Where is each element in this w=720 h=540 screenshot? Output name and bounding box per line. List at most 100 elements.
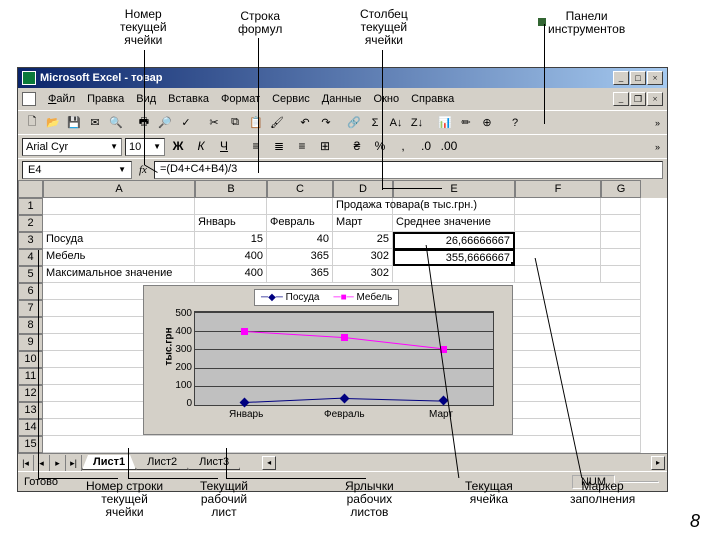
cell-A4[interactable]: Мебель: [43, 249, 195, 266]
cell-G5[interactable]: [601, 266, 641, 283]
new-icon[interactable]: 🗋: [22, 113, 42, 133]
row-header-1[interactable]: 1: [18, 198, 43, 215]
cell-F2[interactable]: [515, 215, 601, 232]
align-center-icon[interactable]: ≣: [269, 137, 289, 157]
menu-tools[interactable]: Сервис: [266, 91, 316, 107]
drawing-icon[interactable]: ✏: [456, 113, 476, 133]
row-header-13[interactable]: 13: [18, 402, 43, 419]
menu-file[interactable]: Файл: [42, 91, 81, 107]
cell-F1[interactable]: [515, 198, 601, 215]
merge-icon[interactable]: ⊞: [315, 137, 335, 157]
bold-button[interactable]: Ж: [168, 137, 188, 157]
cell-E3[interactable]: 26,66666667: [393, 232, 515, 249]
cell-E5[interactable]: [393, 266, 515, 283]
col-header-E[interactable]: E: [393, 180, 515, 198]
menu-edit[interactable]: Правка: [81, 91, 130, 107]
col-header-A[interactable]: A: [43, 180, 195, 198]
tab-nav-prev[interactable]: ◂: [34, 455, 50, 471]
cell-B2[interactable]: Январь: [195, 215, 267, 232]
cell-D5[interactable]: 302: [333, 266, 393, 283]
sort-desc-icon[interactable]: Z↓: [407, 113, 427, 133]
cell-F4[interactable]: [515, 249, 601, 266]
cell-G1[interactable]: [601, 198, 641, 215]
italic-button[interactable]: К: [191, 137, 211, 157]
help-icon[interactable]: ?: [505, 113, 525, 133]
cell-F5[interactable]: [515, 266, 601, 283]
cell-D4[interactable]: 302: [333, 249, 393, 266]
currency-icon[interactable]: ₴: [347, 137, 367, 157]
decimal-dec-icon[interactable]: .00: [439, 137, 459, 157]
col-header-D[interactable]: D: [333, 180, 393, 198]
underline-button[interactable]: Ч: [214, 137, 234, 157]
sheet-tab-2[interactable]: Лист2: [136, 455, 188, 470]
undo-icon[interactable]: ↶: [295, 113, 315, 133]
sheet-tab-3[interactable]: Лист3: [188, 455, 240, 470]
scroll-left-button[interactable]: ◂: [262, 456, 276, 470]
save-icon[interactable]: 💾: [64, 113, 84, 133]
cell-C3[interactable]: 40: [267, 232, 333, 249]
row-header-4[interactable]: 4: [18, 249, 43, 266]
cell-A2[interactable]: [43, 215, 195, 232]
cell-F3[interactable]: [515, 232, 601, 249]
cell-E4[interactable]: 355,6666667: [393, 249, 515, 266]
row-header-5[interactable]: 5: [18, 266, 43, 283]
row-header-6[interactable]: 6: [18, 283, 43, 300]
format-painter-icon[interactable]: 🖌: [267, 113, 287, 133]
cell-G4[interactable]: [601, 249, 641, 266]
name-box[interactable]: E4▼: [22, 161, 132, 179]
cell-E1[interactable]: [393, 198, 515, 215]
percent-icon[interactable]: %: [370, 137, 390, 157]
minimize-button[interactable]: _: [613, 71, 629, 85]
scroll-right-button[interactable]: ▸: [651, 456, 665, 470]
col-header-C[interactable]: C: [267, 180, 333, 198]
cell-C4[interactable]: 365: [267, 249, 333, 266]
menu-help[interactable]: Справка: [405, 91, 460, 107]
cell-D1[interactable]: Продажа товара(в тыс.грн.): [333, 198, 393, 215]
mail-icon[interactable]: ✉: [85, 113, 105, 133]
select-all-corner[interactable]: [18, 180, 43, 198]
formula-input[interactable]: =(D4+C4+B4)/3: [154, 161, 663, 179]
font-name-select[interactable]: Arial Cyr▼: [22, 138, 122, 156]
doc-close-button[interactable]: ×: [647, 92, 663, 106]
tab-nav-last[interactable]: ▸|: [66, 455, 82, 471]
align-left-icon[interactable]: ≡: [246, 137, 266, 157]
menu-window[interactable]: Окно: [368, 91, 406, 107]
cell-C5[interactable]: 365: [267, 266, 333, 283]
row-header-8[interactable]: 8: [18, 317, 43, 334]
link-icon[interactable]: 🔗: [344, 113, 364, 133]
row-header-11[interactable]: 11: [18, 368, 43, 385]
close-button[interactable]: ×: [647, 71, 663, 85]
cell-E2[interactable]: Среднее значение: [393, 215, 515, 232]
row-header-12[interactable]: 12: [18, 385, 43, 402]
fx-button[interactable]: fx: [136, 164, 150, 176]
chart-icon[interactable]: 📊: [435, 113, 455, 133]
horizontal-scrollbar[interactable]: ◂ ▸: [260, 456, 667, 470]
doc-restore-button[interactable]: ❐: [630, 92, 646, 106]
cell-D3[interactable]: 25: [333, 232, 393, 249]
copy-icon[interactable]: ⧉: [225, 113, 245, 133]
cell-A3[interactable]: Посуда: [43, 232, 195, 249]
font-size-select[interactable]: 10▼: [125, 138, 165, 156]
menu-insert[interactable]: Вставка: [162, 91, 215, 107]
menu-view[interactable]: Вид: [130, 91, 162, 107]
cell-B4[interactable]: 400: [195, 249, 267, 266]
zoom-icon[interactable]: ⊕: [477, 113, 497, 133]
cell-B3[interactable]: 15: [195, 232, 267, 249]
cell-A5[interactable]: Максимальное значение: [43, 266, 195, 283]
col-header-G[interactable]: G: [601, 180, 641, 198]
menu-data[interactable]: Данные: [316, 91, 368, 107]
embedded-chart[interactable]: ─◆─ Посуда ─■─ Мебель тыс.грн 500 400 30…: [143, 285, 513, 435]
cell-row15[interactable]: [43, 436, 641, 453]
cell-A1[interactable]: [43, 198, 195, 215]
row-header-9[interactable]: 9: [18, 334, 43, 351]
redo-icon[interactable]: ↷: [316, 113, 336, 133]
row-header-14[interactable]: 14: [18, 419, 43, 436]
cell-B5[interactable]: 400: [195, 266, 267, 283]
col-header-F[interactable]: F: [515, 180, 601, 198]
search-icon[interactable]: 🔍: [106, 113, 126, 133]
open-icon[interactable]: 📂: [43, 113, 63, 133]
cell-B1[interactable]: [195, 198, 267, 215]
comma-icon[interactable]: ,: [393, 137, 413, 157]
tab-nav-next[interactable]: ▸: [50, 455, 66, 471]
row-header-15[interactable]: 15: [18, 436, 43, 453]
